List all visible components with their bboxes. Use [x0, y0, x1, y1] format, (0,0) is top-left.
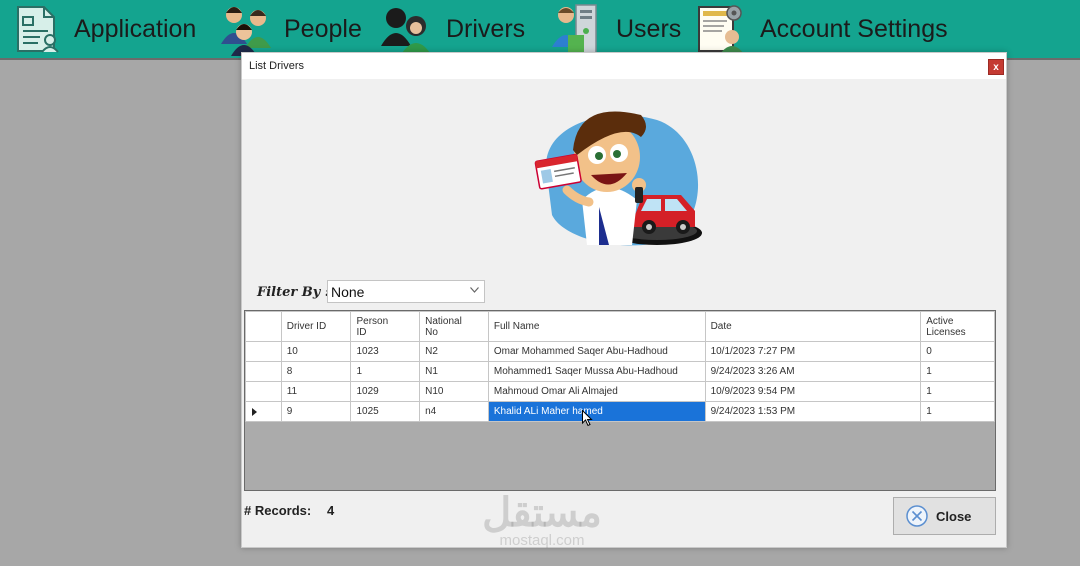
records-label: # Records: [244, 503, 312, 518]
cell-person-id[interactable]: 1 [350, 361, 421, 382]
column-header-driver-id[interactable]: Driver ID [280, 311, 352, 342]
table-row-selected[interactable]: 9 1025 n4 Khalid ALi Maher hamed 9/24/20… [245, 401, 995, 422]
filter-by-label: Filter By : [257, 285, 330, 300]
menu-item-account-settings[interactable]: Account Settings [694, 0, 948, 58]
people-icon [221, 7, 271, 56]
cell-driver-id[interactable]: 11 [280, 381, 352, 402]
current-row-arrow-icon [252, 407, 257, 416]
row-header[interactable] [245, 361, 282, 382]
column-header-date[interactable]: Date [704, 311, 922, 342]
menu-item-drivers[interactable]: Drivers [378, 0, 525, 58]
menu-item-people[interactable]: People [218, 0, 362, 58]
cell-active-licenses[interactable]: 0 [920, 341, 995, 362]
column-header-national-no-text: National No [425, 315, 462, 338]
cell-active-licenses[interactable]: 1 [920, 361, 995, 382]
row-header[interactable] [245, 341, 282, 362]
chevron-down-icon [470, 287, 479, 293]
cell-date[interactable]: 10/9/2023 9:54 PM [704, 381, 922, 402]
grid-header-row: Driver ID Person ID National No Full Nam… [245, 311, 995, 342]
cell-national-no[interactable]: n4 [419, 401, 489, 422]
cell-date[interactable]: 9/24/2023 1:53 PM [704, 401, 922, 422]
cell-person-id[interactable]: 1025 [350, 401, 421, 422]
cell-driver-id[interactable]: 8 [280, 361, 352, 382]
cell-full-name[interactable]: Omar Mohammed Saqer Abu-Hadhoud [487, 341, 706, 362]
column-header-person-id-text: Person ID [356, 315, 389, 338]
drivers-icon [381, 8, 432, 56]
list-drivers-dialog: List Drivers x Filter By: None Driver I… [241, 52, 1007, 548]
cell-national-no[interactable]: N10 [419, 381, 489, 402]
close-button-label: Close [936, 508, 972, 524]
cell-active-licenses[interactable]: 1 [920, 381, 995, 402]
filter-selected-value: None [331, 284, 365, 300]
records-count: 4 [327, 503, 335, 518]
menu-item-users[interactable]: Users [548, 0, 681, 58]
close-button[interactable]: Close [893, 497, 996, 535]
cell-date[interactable]: 10/1/2023 7:27 PM [704, 341, 922, 362]
dialog-close-x-button[interactable]: x [988, 59, 1004, 75]
column-header-full-name[interactable]: Full Name [487, 311, 706, 342]
cell-person-id[interactable]: 1029 [350, 381, 421, 402]
drivers-table: Driver ID Person ID National No Full Nam… [245, 311, 995, 422]
table-row[interactable]: 11 1029 N10 Mahmoud Omar Ali Almajed 10/… [245, 381, 995, 402]
menu-label-users: Users [616, 14, 682, 43]
cell-active-licenses[interactable]: 1 [920, 401, 995, 422]
drivers-grid[interactable]: Driver ID Person ID National No Full Nam… [244, 310, 996, 491]
mouse-cursor-icon [582, 410, 593, 427]
users-icon [552, 4, 597, 56]
table-row[interactable]: 8 1 N1 Mohammed1 Saqer Mussa Abu-Hadhoud… [245, 361, 995, 382]
menu-label-drivers: Drivers [446, 14, 526, 43]
menu-label-account-settings: Account Settings [760, 14, 948, 43]
menu-label-people: People [284, 14, 362, 43]
filter-by-select[interactable]: None [327, 280, 485, 303]
close-circle-icon [906, 505, 928, 527]
cell-date[interactable]: 9/24/2023 3:26 AM [704, 361, 922, 382]
menu-label-application: Application [74, 14, 197, 43]
row-header[interactable] [245, 381, 282, 402]
grid-corner-header [245, 311, 282, 342]
main-menu-bar: Application People Drivers Users Account… [0, 0, 1080, 60]
cell-driver-id[interactable]: 9 [280, 401, 352, 422]
column-header-person-id[interactable]: Person ID [350, 311, 421, 342]
dialog-title: List Drivers [249, 60, 305, 72]
column-header-active-licenses-text: Active Licenses [926, 315, 966, 338]
column-header-national-no[interactable]: National No [419, 311, 489, 342]
column-header-active-licenses[interactable]: Active Licenses [920, 311, 995, 342]
account-settings-icon [698, 5, 746, 57]
driver-illustration [534, 111, 702, 246]
row-header-current[interactable] [245, 401, 282, 422]
menu-item-application[interactable]: Application [12, 0, 196, 58]
cell-national-no[interactable]: N2 [419, 341, 489, 362]
table-row[interactable]: 10 1023 N2 Omar Mohammed Saqer Abu-Hadho… [245, 341, 995, 362]
cell-full-name[interactable]: Mohammed1 Saqer Mussa Abu-Hadhoud [487, 361, 706, 382]
cell-full-name[interactable]: Mahmoud Omar Ali Almajed [487, 381, 706, 402]
cell-full-name-selected[interactable]: Khalid ALi Maher hamed [487, 401, 706, 422]
dialog-titlebar[interactable]: List Drivers x [242, 53, 1006, 79]
cell-driver-id[interactable]: 10 [280, 341, 352, 362]
cell-national-no[interactable]: N1 [419, 361, 489, 382]
cell-person-id[interactable]: 1023 [350, 341, 421, 362]
application-form-icon [17, 6, 59, 53]
